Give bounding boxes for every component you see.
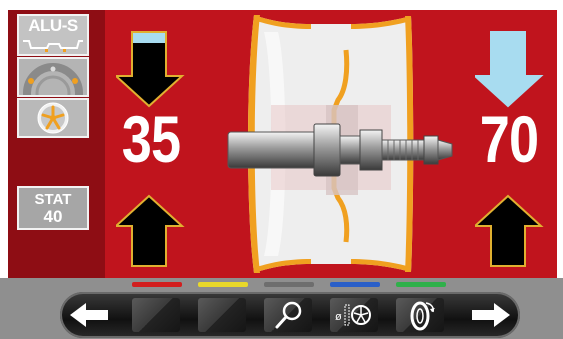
back-arrow-button[interactable] [64, 296, 122, 334]
measurement-panel: ALU-S STAT 40 35 70 [8, 10, 557, 278]
diameter-symbol: ø [335, 311, 342, 323]
sidebar: ALU-S STAT 40 [8, 10, 105, 278]
search-button[interactable] [264, 298, 312, 332]
wheel-diameter-icon: ø [335, 304, 371, 326]
blank-button-2[interactable] [198, 298, 246, 332]
stat-label: STAT [34, 191, 72, 208]
right-down-arrow [475, 31, 544, 108]
indicator-red [132, 282, 182, 287]
right-imbalance-value: 70 [479, 102, 539, 176]
alloy-wheel-icon [37, 102, 69, 134]
rim-profile-icon [23, 40, 83, 52]
alloy-wheel-button[interactable] [17, 98, 89, 138]
tire-weights-icon [23, 63, 83, 95]
magnifier-icon [275, 301, 302, 329]
arrow-right-icon [472, 303, 510, 327]
wheel-diameter-button[interactable]: ø [330, 298, 378, 332]
balancing-mode-button[interactable] [17, 57, 89, 97]
indicator-green [396, 282, 446, 287]
left-down-arrow [116, 31, 185, 108]
arrow-left-icon [70, 303, 108, 327]
indicator-yellow [198, 282, 248, 287]
tire-rotation-icon [410, 301, 435, 331]
balancer-screen: ALU-S STAT 40 35 70 ø [0, 0, 563, 339]
indicator-gray [264, 282, 314, 287]
bottom-toolbar: ø [0, 278, 563, 339]
left-imbalance-value: 35 [121, 102, 181, 176]
stat-40-button[interactable]: STAT 40 [17, 186, 89, 230]
stat-value: 40 [43, 207, 63, 226]
program-alu-s-button[interactable]: ALU-S [17, 14, 89, 56]
function-dock: ø [60, 292, 520, 338]
left-up-arrow [116, 194, 185, 267]
tire-rotation-button[interactable] [396, 298, 444, 332]
right-up-arrow [475, 194, 544, 267]
indicator-blue [330, 282, 380, 287]
forward-arrow-button[interactable] [458, 296, 516, 334]
program-label: ALU-S [28, 16, 78, 35]
balancer-shaft [227, 123, 453, 177]
blank-button-1[interactable] [132, 298, 180, 332]
left-down-arrow-fill [133, 33, 165, 43]
